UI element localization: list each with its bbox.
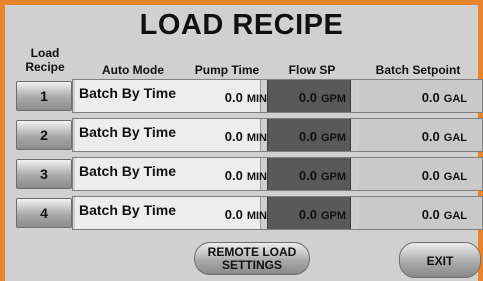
load-recipe-3-button[interactable]: 3 xyxy=(16,159,72,189)
flow-sp-value: 0.0 xyxy=(298,129,317,144)
pump-time-unit: MIN xyxy=(246,93,267,105)
pump-time-value: 0.0 xyxy=(224,168,243,183)
batch-setpoint-value: 0.0 xyxy=(421,129,440,144)
flow-sp-unit: GPM xyxy=(320,132,346,144)
header-auto-mode: Auto Mode xyxy=(102,63,164,77)
recipe-row: Batch By Time 0.0 MIN 0.0 GPM 0.0 GAL xyxy=(72,118,483,152)
pump-time-value: 0.0 xyxy=(224,90,243,105)
flow-sp-unit: GPM xyxy=(320,171,346,183)
flow-sp-unit: GPM xyxy=(320,210,346,222)
flow-sp-value: 0.0 xyxy=(298,168,317,183)
pump-time-field[interactable]: 0.0 MIN xyxy=(205,80,267,112)
pump-time-unit: MIN xyxy=(246,171,267,183)
exit-button[interactable]: EXIT xyxy=(399,242,481,278)
batch-setpoint-field[interactable]: 0.0 GAL xyxy=(359,158,481,190)
batch-setpoint-unit: GAL xyxy=(443,210,467,222)
recipe-row: Batch By Time 0.0 MIN 0.0 GPM 0.0 GAL xyxy=(72,196,483,230)
flow-sp-value: 0.0 xyxy=(298,90,317,105)
load-recipe-4-button[interactable]: 4 xyxy=(16,198,72,228)
flow-sp-value: 0.0 xyxy=(298,207,317,222)
page-title: LOAD RECIPE xyxy=(139,9,344,41)
batch-setpoint-value: 0.0 xyxy=(421,90,440,105)
flow-sp-unit: GPM xyxy=(320,93,346,105)
pump-time-value: 0.0 xyxy=(224,207,243,222)
batch-setpoint-field[interactable]: 0.0 GAL xyxy=(359,80,481,112)
load-recipe-1-button[interactable]: 1 xyxy=(16,81,72,111)
pump-time-field[interactable]: 0.0 MIN xyxy=(205,119,267,151)
flow-sp-field[interactable]: 0.0 GPM xyxy=(267,80,351,112)
batch-setpoint-value: 0.0 xyxy=(421,207,440,222)
flow-sp-field[interactable]: 0.0 GPM xyxy=(267,158,351,190)
batch-setpoint-field[interactable]: 0.0 GAL xyxy=(359,197,481,229)
flow-sp-field[interactable]: 0.0 GPM xyxy=(267,119,351,151)
batch-setpoint-field[interactable]: 0.0 GAL xyxy=(359,119,481,151)
batch-setpoint-unit: GAL xyxy=(443,132,467,144)
pump-time-unit: MIN xyxy=(246,132,267,144)
flow-sp-field[interactable]: 0.0 GPM xyxy=(267,197,351,229)
header-batch-setpoint: Batch Setpoint xyxy=(375,63,461,77)
batch-setpoint-value: 0.0 xyxy=(421,168,440,183)
batch-setpoint-unit: GAL xyxy=(443,171,467,183)
load-recipe-2-button[interactable]: 2 xyxy=(16,120,72,150)
batch-setpoint-unit: GAL xyxy=(443,93,467,105)
pump-time-field[interactable]: 0.0 MIN xyxy=(205,197,267,229)
header-flow-sp: Flow SP xyxy=(288,63,336,77)
remote-load-settings-button[interactable]: REMOTE LOAD SETTINGS xyxy=(194,242,310,275)
header-load-recipe: Load Recipe xyxy=(25,46,65,74)
recipe-row: Batch By Time 0.0 MIN 0.0 GPM 0.0 GAL xyxy=(72,79,483,113)
pump-time-unit: MIN xyxy=(246,210,267,222)
pump-time-value: 0.0 xyxy=(224,129,243,144)
recipe-row: Batch By Time 0.0 MIN 0.0 GPM 0.0 GAL xyxy=(72,157,483,191)
header-pump-time: Pump Time xyxy=(194,63,260,77)
pump-time-field[interactable]: 0.0 MIN xyxy=(205,158,267,190)
